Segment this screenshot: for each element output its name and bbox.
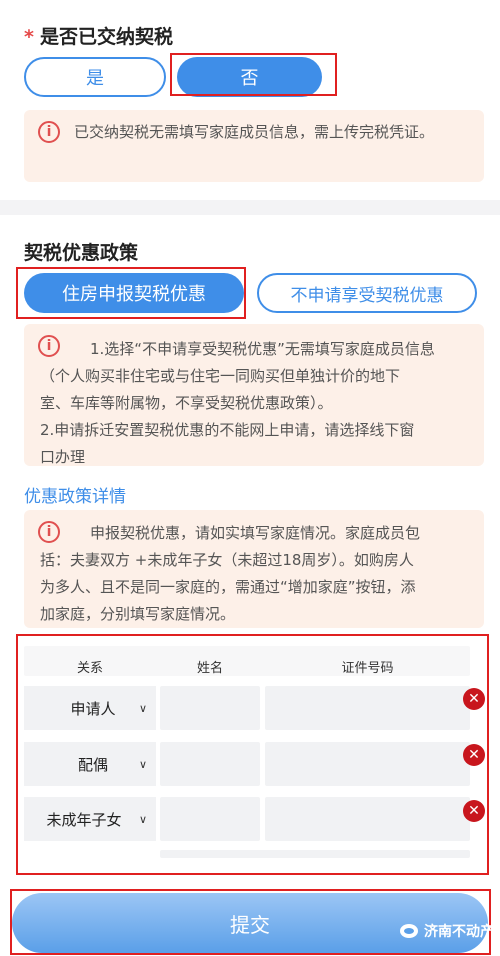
tax-paid-question: * 是否已交纳契税 [24,22,173,49]
info-icon: i [38,121,60,143]
relation-select[interactable]: 未成年子女 ∨ [24,797,156,841]
notice-line: 加家庭，分别填写家庭情况。 [40,605,236,623]
name-input[interactable] [160,797,260,841]
header-relation: 关系 [76,661,103,676]
row-partial [160,850,470,858]
close-icon[interactable]: ✕ [463,744,485,766]
detail-notice: i 申报契税优惠，请如实填写家庭情况。家庭成员包 括：夫妻双方 +未成年子女（未… [24,510,484,628]
question-label: 是否已交纳契税 [39,26,173,48]
detail-notice-text: 申报契税优惠，请如实填写家庭情况。家庭成员包 括：夫妻双方 +未成年子女（未超过… [40,520,480,628]
notice-line: 申报契税优惠，请如实填写家庭情况。家庭成员包 [90,524,421,542]
close-icon[interactable]: ✕ [463,688,485,710]
close-icon[interactable]: ✕ [463,800,485,822]
header-name: 姓名 [196,661,223,676]
option-yes-button[interactable]: 是 [24,57,166,97]
chevron-down-icon: ∨ [138,812,148,826]
notice-line: 括：夫妻双方 +未成年子女（未超过18周岁）。如购房人 [40,551,414,569]
id-number-input[interactable] [265,797,470,841]
policy-notice: i 1.选择“不申请享受契税优惠”无需填写家庭成员信息 （个人购买非住宅或与住宅… [24,324,484,466]
chevron-down-icon: ∨ [138,701,148,715]
notice-line: 2.申请拆迁安置契税优惠的不能网上申请，请选择线下窗 [40,421,415,439]
relation-select[interactable]: 配偶 ∨ [24,742,156,786]
policy-title: 契税优惠政策 [24,242,139,264]
no-discount-button[interactable]: 不申请享受契税优惠 [257,273,477,313]
notice-line: 室、车库等附属物，不享受契税优惠政策）。 [40,394,333,412]
id-number-input[interactable] [265,742,470,786]
name-input[interactable] [160,742,260,786]
notice-line: 1.选择“不申请享受契税优惠”无需填写家庭成员信息 [90,340,435,358]
header-id-number: 证件号码 [341,661,394,676]
policy-detail-link[interactable]: 优惠政策详情 [24,482,126,507]
relation-value: 申请人 [70,699,116,718]
notice-text: 已交纳契税无需填写家庭成员信息，需上传完税凭证。 [74,123,435,141]
watermark: 济南不动产 [400,921,494,941]
relation-value: 配偶 [77,755,108,774]
highlight-box [170,53,337,96]
chevron-down-icon: ∨ [138,757,148,771]
id-number-input[interactable] [265,686,470,730]
notice-line: 口办理 [40,448,86,466]
tax-paid-notice: i 已交纳契税无需填写家庭成员信息，需上传完税凭证。 [24,110,484,182]
name-input[interactable] [160,686,260,730]
wechat-logo-icon [400,924,418,938]
watermark-text: 济南不动产 [424,924,494,940]
highlight-box [16,267,246,319]
policy-notice-text: 1.选择“不申请享受契税优惠”无需填写家庭成员信息 （个人购买非住宅或与住宅一同… [40,336,480,471]
notice-line: 为多人、且不是同一家庭的，需通过“增加家庭”按钮，添 [40,578,416,596]
required-mark: * [24,26,34,48]
relation-select[interactable]: 申请人 ∨ [24,686,156,730]
relation-value: 未成年子女 [46,810,122,829]
notice-line: （个人购买非住宅或与住宅一同购买但单独计价的地下 [40,367,401,385]
